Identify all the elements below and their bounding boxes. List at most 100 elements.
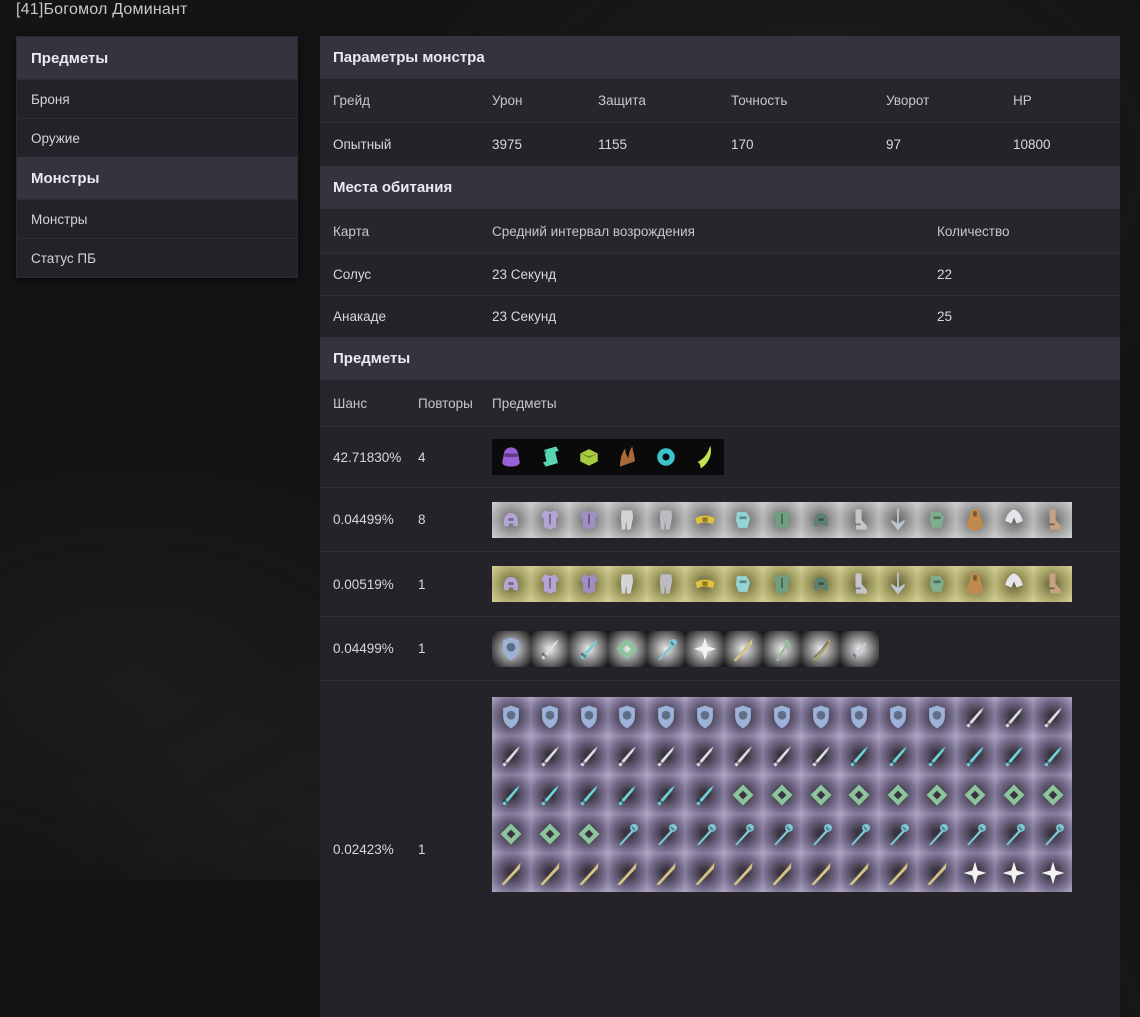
- sidebar-item-weapons[interactable]: Оружие: [17, 118, 297, 157]
- sword-item-icon[interactable]: [647, 736, 686, 775]
- shield-item-icon[interactable]: [531, 697, 570, 736]
- staff-item-icon[interactable]: [647, 631, 686, 667]
- sword-item-icon[interactable]: [685, 736, 724, 775]
- shield-item-icon[interactable]: [647, 697, 686, 736]
- sword-item-icon[interactable]: [608, 736, 647, 775]
- bootsbrown-item-icon[interactable]: [1033, 566, 1072, 602]
- sword-item-icon[interactable]: [531, 631, 570, 667]
- staff-item-icon[interactable]: [917, 814, 956, 853]
- sword-item-icon[interactable]: [531, 736, 570, 775]
- sword-item-icon[interactable]: [724, 736, 763, 775]
- chakram-item-icon[interactable]: [569, 814, 608, 853]
- chestgreen-item-icon[interactable]: [763, 502, 802, 538]
- spear-item-icon[interactable]: [724, 631, 763, 667]
- spear-item-icon[interactable]: [840, 853, 879, 892]
- staff-item-icon[interactable]: [647, 814, 686, 853]
- star-item-icon[interactable]: [1033, 853, 1072, 892]
- staff-item-icon[interactable]: [724, 814, 763, 853]
- helmgreen-item-icon[interactable]: [801, 502, 840, 538]
- chakram-item-icon[interactable]: [608, 631, 647, 667]
- chakram-item-icon[interactable]: [995, 775, 1034, 814]
- spear-item-icon[interactable]: [608, 853, 647, 892]
- pauldron-item-icon[interactable]: [995, 502, 1034, 538]
- dagger-item-icon[interactable]: [840, 631, 879, 667]
- shield-item-icon[interactable]: [492, 697, 531, 736]
- chakram-item-icon[interactable]: [724, 775, 763, 814]
- sword-item-icon[interactable]: [956, 697, 995, 736]
- tealsword-item-icon[interactable]: [917, 736, 956, 775]
- chakram-item-icon[interactable]: [840, 775, 879, 814]
- tealsword-item-icon[interactable]: [492, 775, 531, 814]
- pauldron-item-icon[interactable]: [995, 566, 1034, 602]
- spear-item-icon[interactable]: [685, 853, 724, 892]
- feather-item-icon[interactable]: [685, 439, 724, 475]
- chakram-item-icon[interactable]: [492, 814, 531, 853]
- chestgreen-item-icon[interactable]: [763, 566, 802, 602]
- shield-item-icon[interactable]: [685, 697, 724, 736]
- habitat-map[interactable]: Анакаде: [333, 309, 492, 324]
- staff-item-icon[interactable]: [1033, 814, 1072, 853]
- boots-item-icon[interactable]: [840, 566, 879, 602]
- torso-item-icon[interactable]: [569, 502, 608, 538]
- sword-item-icon[interactable]: [801, 736, 840, 775]
- sword-item-icon[interactable]: [492, 736, 531, 775]
- tealsword-item-icon[interactable]: [879, 736, 918, 775]
- gauntlet-item-icon[interactable]: [724, 566, 763, 602]
- spear-item-icon[interactable]: [647, 853, 686, 892]
- boots-item-icon[interactable]: [840, 502, 879, 538]
- spear-item-icon[interactable]: [492, 853, 531, 892]
- star-item-icon[interactable]: [956, 853, 995, 892]
- habitat-map[interactable]: Солус: [333, 267, 492, 282]
- tealsword-item-icon[interactable]: [956, 736, 995, 775]
- shield-item-icon[interactable]: [801, 697, 840, 736]
- scroll-item-icon[interactable]: [531, 439, 570, 475]
- staff-item-icon[interactable]: [685, 814, 724, 853]
- staff-item-icon[interactable]: [801, 814, 840, 853]
- gauntlet-item-icon[interactable]: [724, 502, 763, 538]
- chakram-item-icon[interactable]: [917, 775, 956, 814]
- shield-item-icon[interactable]: [879, 697, 918, 736]
- anchor-item-icon[interactable]: [879, 502, 918, 538]
- tealsword-item-icon[interactable]: [840, 736, 879, 775]
- axe-item-icon[interactable]: [763, 631, 802, 667]
- staff-item-icon[interactable]: [956, 814, 995, 853]
- sword-item-icon[interactable]: [1033, 697, 1072, 736]
- shield-item-icon[interactable]: [724, 697, 763, 736]
- chakram-item-icon[interactable]: [956, 775, 995, 814]
- spear-item-icon[interactable]: [879, 853, 918, 892]
- shield-item-icon[interactable]: [569, 697, 608, 736]
- star-item-icon[interactable]: [995, 853, 1034, 892]
- star-item-icon[interactable]: [685, 631, 724, 667]
- sidebar-item-monsters[interactable]: Монстры: [17, 199, 297, 238]
- sidebar-item-armor[interactable]: Броня: [17, 79, 297, 118]
- chest-item-icon[interactable]: [531, 502, 570, 538]
- spear-item-icon[interactable]: [531, 853, 570, 892]
- box-item-icon[interactable]: [569, 439, 608, 475]
- legs-item-icon[interactable]: [608, 566, 647, 602]
- sword-item-icon[interactable]: [763, 736, 802, 775]
- arm-item-icon[interactable]: [647, 566, 686, 602]
- robe-item-icon[interactable]: [956, 502, 995, 538]
- chakram-item-icon[interactable]: [763, 775, 802, 814]
- shield-item-icon[interactable]: [917, 697, 956, 736]
- sword-item-icon[interactable]: [569, 736, 608, 775]
- shield-item-icon[interactable]: [840, 697, 879, 736]
- chakram-item-icon[interactable]: [879, 775, 918, 814]
- tealsword-item-icon[interactable]: [531, 775, 570, 814]
- shield-item-icon[interactable]: [608, 697, 647, 736]
- torso-item-icon[interactable]: [569, 566, 608, 602]
- armorgreen-item-icon[interactable]: [917, 502, 956, 538]
- shield-item-icon[interactable]: [492, 631, 531, 667]
- tealsword-item-icon[interactable]: [685, 775, 724, 814]
- staff-item-icon[interactable]: [995, 814, 1034, 853]
- helmgreen-item-icon[interactable]: [801, 566, 840, 602]
- spear-item-icon[interactable]: [917, 853, 956, 892]
- tealsword-item-icon[interactable]: [608, 775, 647, 814]
- tealsword-item-icon[interactable]: [569, 631, 608, 667]
- tealsword-item-icon[interactable]: [1033, 736, 1072, 775]
- helm-item-icon[interactable]: [492, 502, 531, 538]
- pouch-item-icon[interactable]: [492, 439, 531, 475]
- sword-item-icon[interactable]: [995, 697, 1034, 736]
- belt-item-icon[interactable]: [685, 566, 724, 602]
- belt-item-icon[interactable]: [685, 502, 724, 538]
